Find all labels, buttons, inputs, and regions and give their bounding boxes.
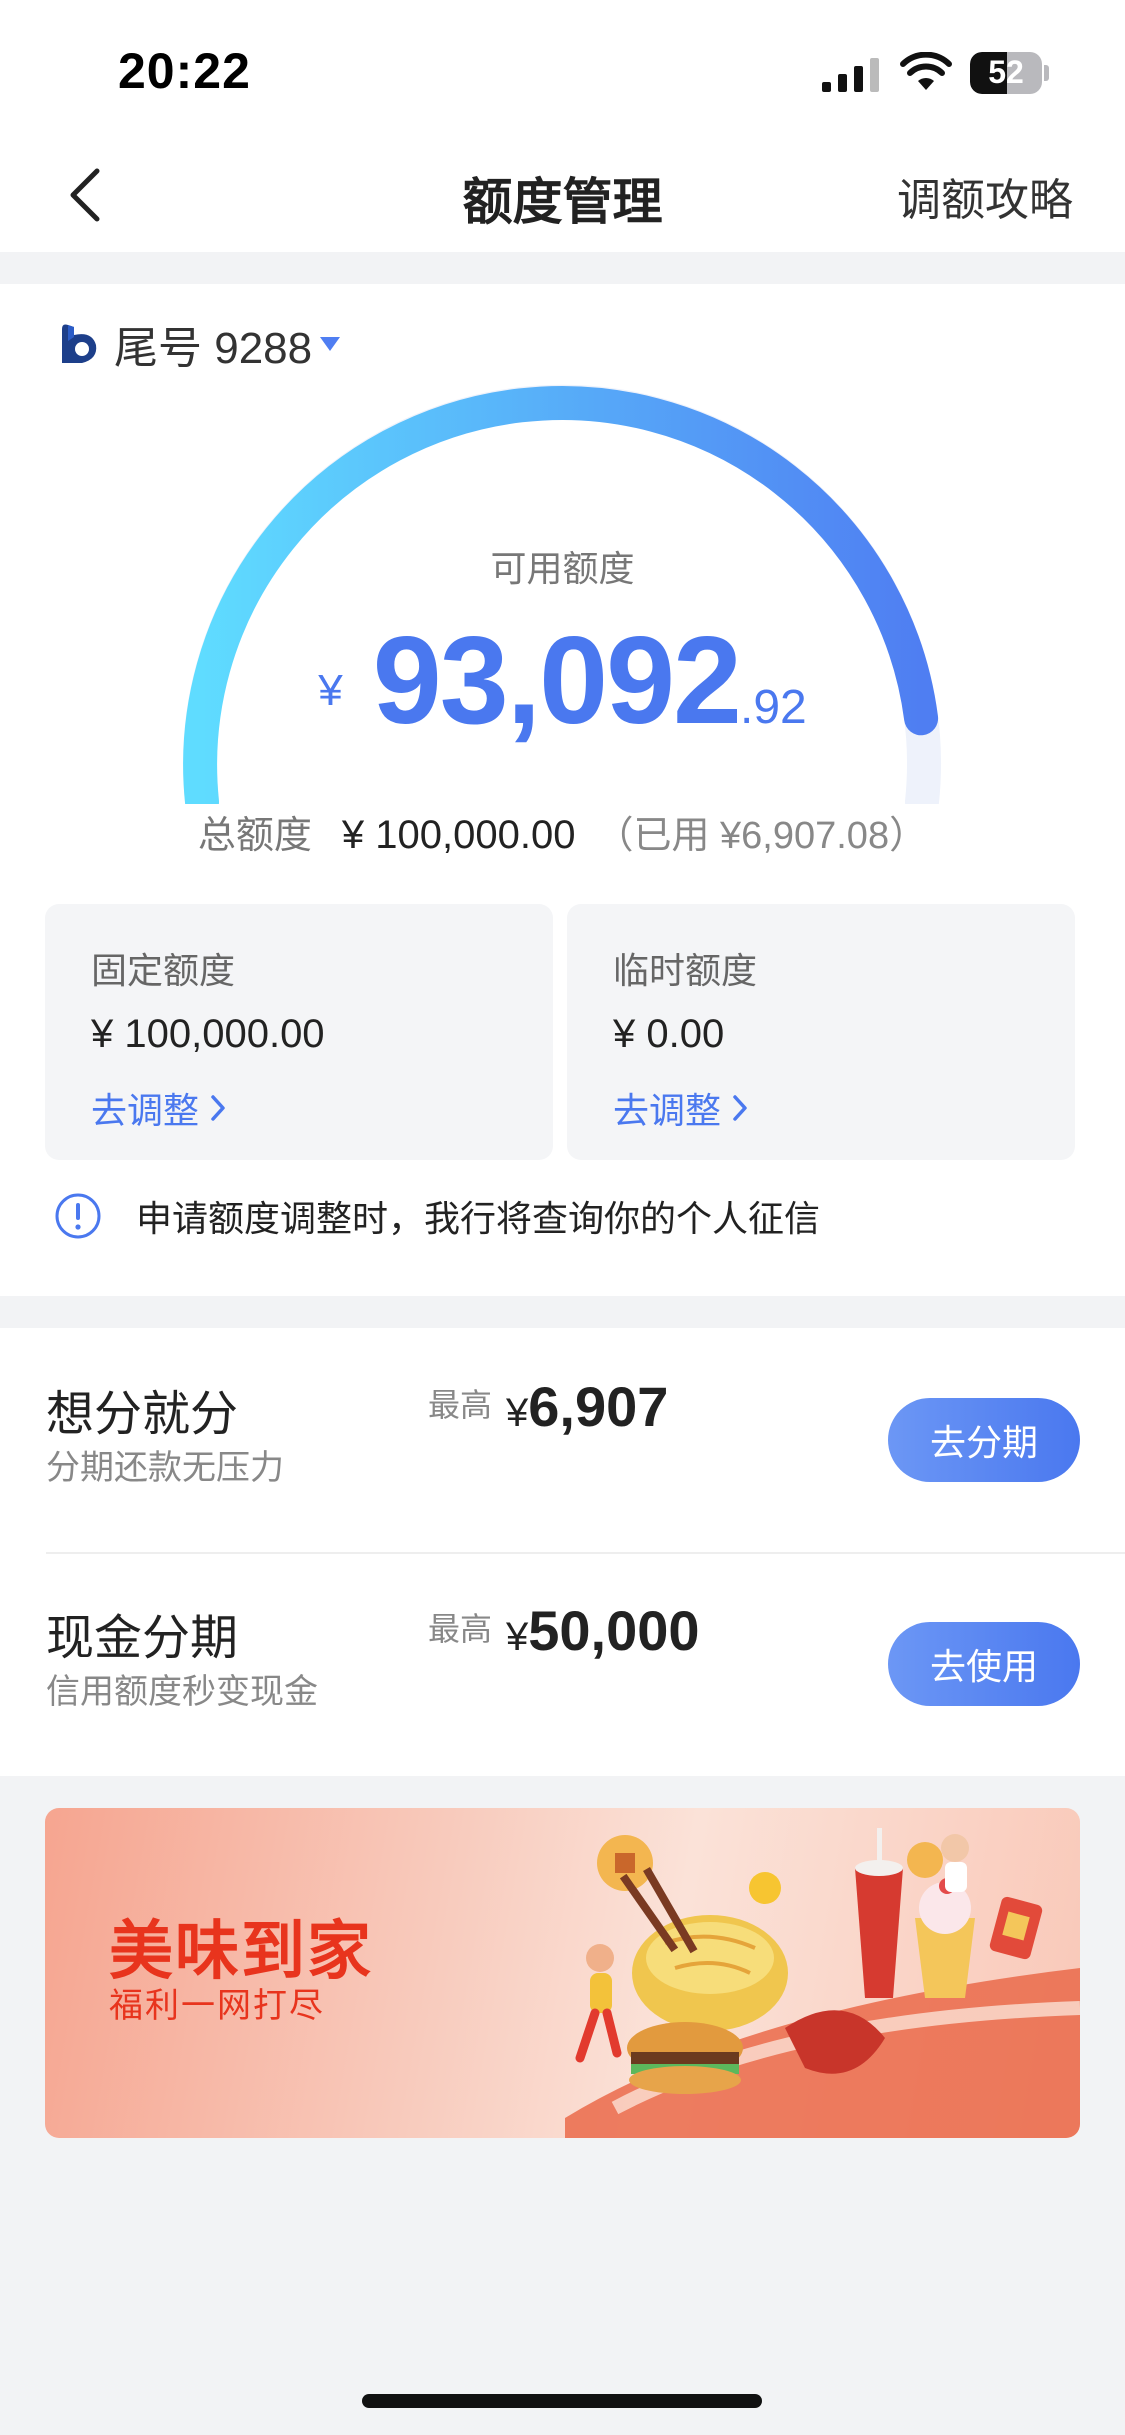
installment-title: 想分就分 xyxy=(46,1388,239,1441)
total-limit-line: 总额度 ¥ 100,000.00 （已用 ¥6,907.08） xyxy=(0,804,1125,859)
max-label: 最高 xyxy=(428,1611,493,1647)
list-item: 现金分期 信用额度秒变现金 最高 ¥50,000 去使用 xyxy=(0,1552,1125,1776)
max-currency: ¥ xyxy=(506,1615,529,1659)
available-limit-amount: ¥93,092.92 xyxy=(0,610,1125,752)
bank-logo-icon xyxy=(62,324,97,363)
home-indicator xyxy=(362,2394,762,2408)
temp-limit-value: ¥ 0.00 xyxy=(613,1012,725,1056)
nav-bar: 额度管理 调额攻略 xyxy=(0,140,1125,252)
fixed-limit-card: 固定额度 ¥ 100,000.00 去调整 xyxy=(45,904,553,1160)
promo-banner[interactable]: 美味到家 福利一网打尽 xyxy=(45,1808,1080,2138)
max-currency: ¥ xyxy=(506,1391,529,1435)
adjust-temp-limit-link[interactable]: 去调整 xyxy=(613,1082,749,1134)
limit-guide-link[interactable]: 调额攻略 xyxy=(897,164,1073,228)
banner-subtitle: 福利一网打尽 xyxy=(109,1987,325,2025)
chevron-right-icon xyxy=(211,1095,225,1121)
go-installment-button[interactable]: 去分期 xyxy=(888,1398,1080,1482)
cellular-signal-icon xyxy=(822,58,879,92)
max-amount: 50,000 xyxy=(528,1599,700,1662)
available-decimal: .92 xyxy=(740,681,807,734)
total-limit-label: 总额度 xyxy=(197,815,312,857)
credit-check-notice: 申请额度调整时，我行将查询你的个人征信 xyxy=(54,1190,820,1242)
max-amount: 6,907 xyxy=(528,1375,669,1438)
battery-icon: 52 xyxy=(970,52,1049,94)
installment-max: 最高 ¥50,000 xyxy=(428,1598,700,1663)
adjust-link-label: 去调整 xyxy=(613,1090,722,1131)
status-time: 20:22 xyxy=(118,43,251,99)
food-illustration-icon xyxy=(565,1828,1080,2138)
status-bar: 20:22 52 xyxy=(0,0,1125,140)
installment-subtitle: 分期还款无压力 xyxy=(46,1449,284,1487)
chevron-left-icon xyxy=(70,168,100,222)
chevron-right-icon xyxy=(733,1095,747,1121)
go-use-button[interactable]: 去使用 xyxy=(888,1622,1080,1706)
fixed-limit-title: 固定额度 xyxy=(91,950,236,991)
fixed-limit-value: ¥ 100,000.00 xyxy=(91,1012,325,1056)
installment-subtitle: 信用额度秒变现金 xyxy=(46,1673,318,1711)
temp-limit-title: 临时额度 xyxy=(613,950,758,991)
total-limit-value: ¥ 100,000.00 xyxy=(341,813,576,857)
temporary-limit-card: 临时额度 ¥ 0.00 去调整 xyxy=(567,904,1075,1160)
credit-limit-card: 尾号 9288 可用额度 ¥93,092.92 总额度 ¥ 100,000.00 （… xyxy=(0,284,1125,1296)
available-integer: 93,092 xyxy=(372,612,742,750)
available-limit-label: 可用额度 xyxy=(490,548,635,589)
adjust-fixed-limit-link[interactable]: 去调整 xyxy=(91,1082,227,1134)
max-label: 最高 xyxy=(428,1387,493,1423)
used-amount: （已用 ¥6,907.08） xyxy=(595,815,928,857)
back-button[interactable] xyxy=(50,160,120,230)
installment-title: 现金分期 xyxy=(46,1612,239,1665)
info-icon xyxy=(55,1193,101,1239)
wifi-icon xyxy=(900,52,952,90)
list-item: 想分就分 分期还款无压力 最高 ¥6,907 去分期 xyxy=(0,1328,1125,1552)
installment-section: 想分就分 分期还款无压力 最高 ¥6,907 去分期 现金分期 信用额度秒变现金 … xyxy=(0,1328,1125,1776)
notice-text: 申请额度调整时，我行将查询你的个人征信 xyxy=(136,1198,821,1239)
adjust-link-label: 去调整 xyxy=(91,1090,200,1131)
battery-level: 52 xyxy=(988,54,1024,90)
currency-symbol: ¥ xyxy=(318,666,343,715)
installment-max: 最高 ¥6,907 xyxy=(428,1374,668,1439)
